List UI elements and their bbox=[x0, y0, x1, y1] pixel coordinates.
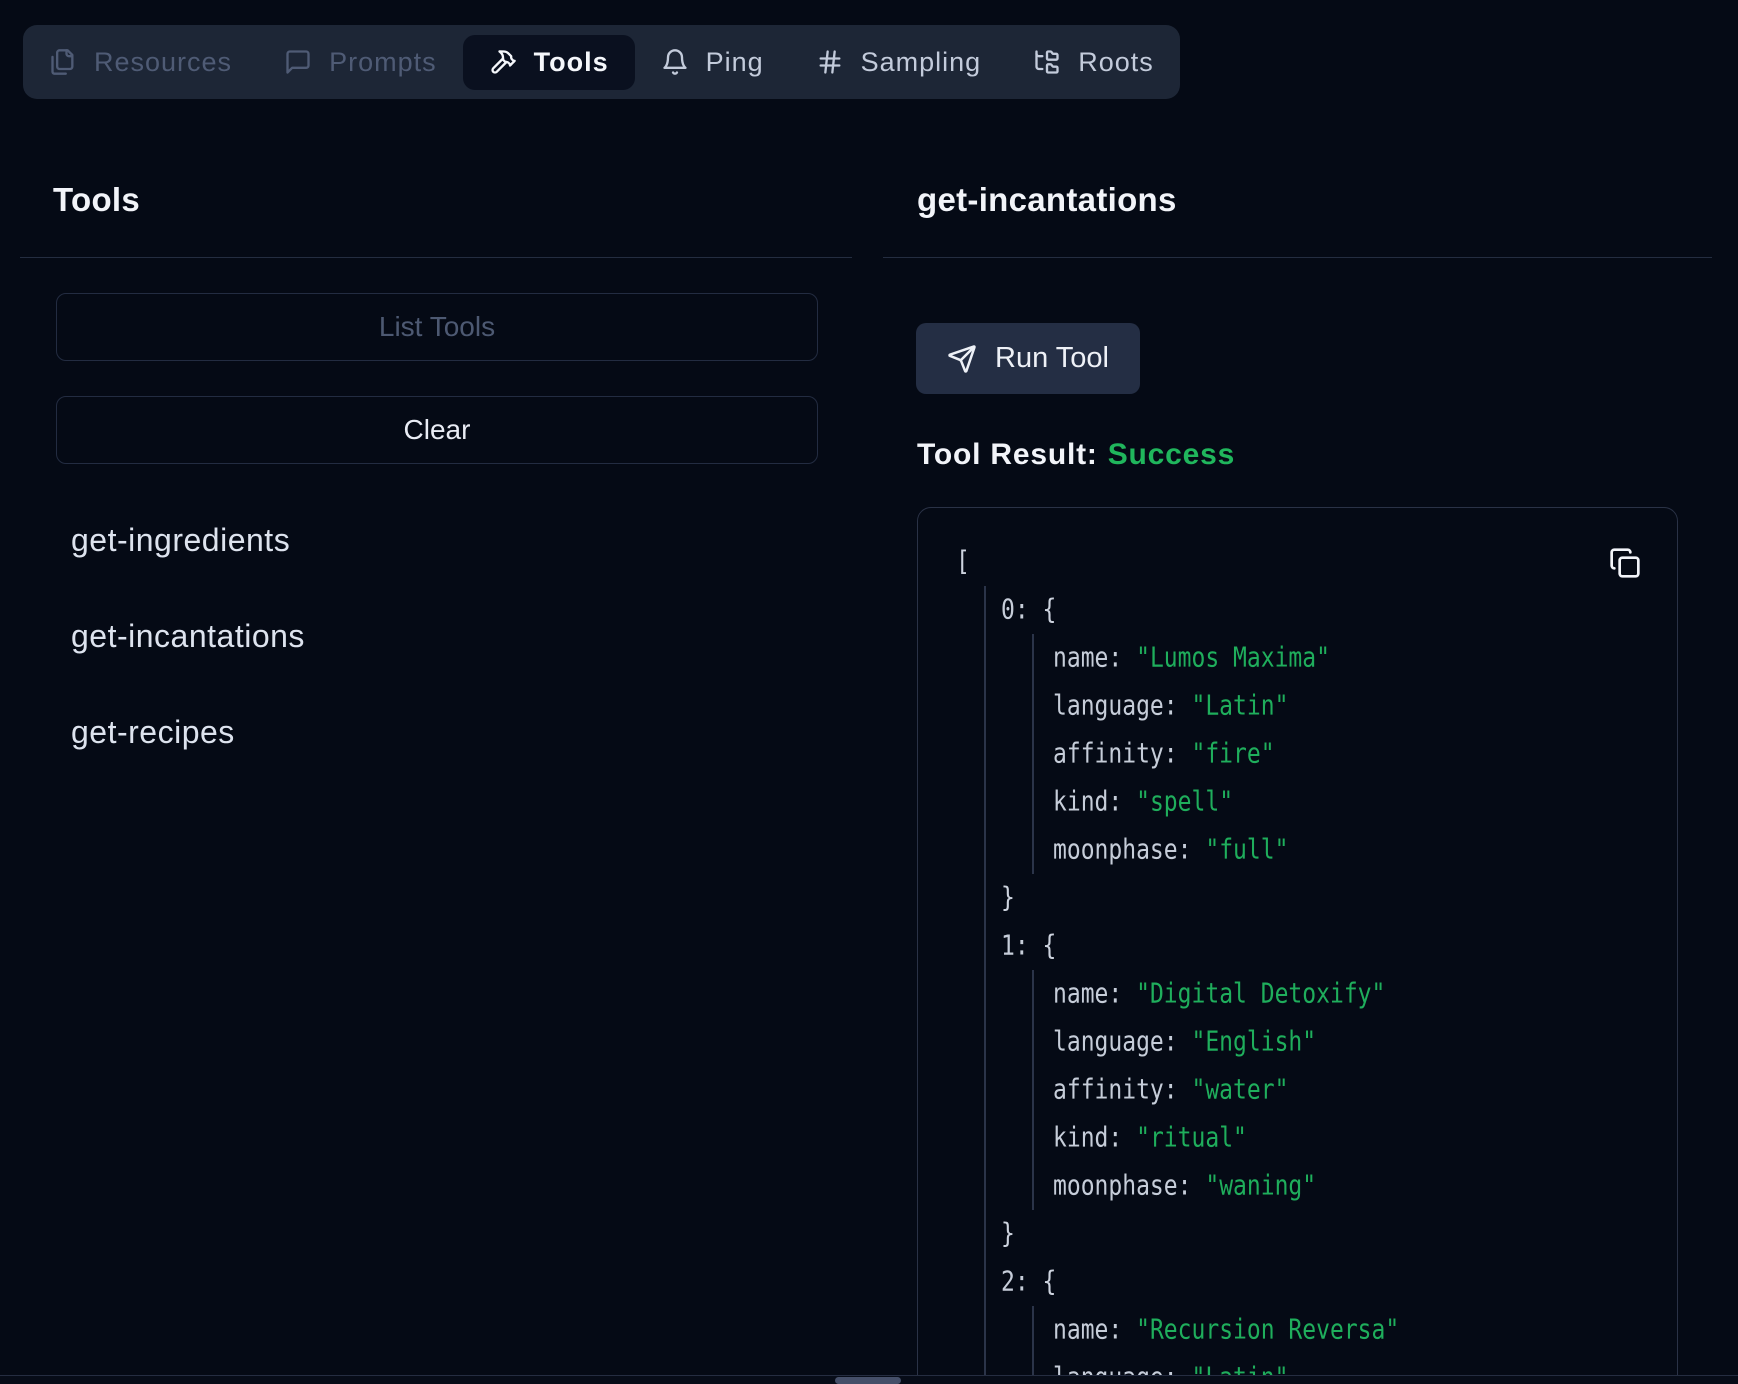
json-tree: [0: {name: "Lumos Maxima"language: "Lati… bbox=[918, 508, 1677, 1384]
json-row: kind: "spell" bbox=[1053, 778, 1677, 826]
files-icon bbox=[49, 48, 77, 76]
json-row: name: "Digital Detoxify" bbox=[1053, 970, 1677, 1018]
tool-list-item[interactable]: get-ingredients bbox=[20, 492, 852, 588]
tab-label: Sampling bbox=[861, 47, 982, 78]
tab-tools[interactable]: Tools bbox=[463, 35, 635, 90]
tab-label: Tools bbox=[534, 47, 609, 78]
json-row: moonphase: "waning" bbox=[1053, 1162, 1677, 1210]
divider bbox=[883, 257, 1712, 258]
tool-list-item[interactable]: get-incantations bbox=[20, 588, 852, 684]
hammer-icon bbox=[489, 48, 517, 76]
json-row: kind: "ritual" bbox=[1053, 1114, 1677, 1162]
json-row: name: "Lumos Maxima" bbox=[1053, 634, 1677, 682]
run-tool-button[interactable]: Run Tool bbox=[916, 323, 1140, 394]
tab-prompts[interactable]: Prompts bbox=[258, 35, 463, 90]
divider bbox=[20, 257, 852, 258]
list-tools-button[interactable]: List Tools bbox=[56, 293, 818, 361]
json-row: 0: { bbox=[1001, 586, 1677, 634]
clear-button[interactable]: Clear bbox=[56, 396, 818, 464]
tool-result-json-panel: [0: {name: "Lumos Maxima"language: "Lati… bbox=[917, 507, 1678, 1384]
tab-label: Resources bbox=[94, 47, 232, 78]
tab-label: Roots bbox=[1078, 47, 1154, 78]
json-row: moonphase: "full" bbox=[1053, 826, 1677, 874]
folder-tree-icon bbox=[1033, 48, 1061, 76]
send-icon bbox=[947, 344, 977, 374]
tool-detail-title: get-incantations bbox=[917, 180, 1712, 220]
json-row: [ bbox=[956, 538, 1677, 586]
tab-ping[interactable]: Ping bbox=[635, 35, 790, 90]
message-square-icon bbox=[284, 48, 312, 76]
tool-list: get-ingredients get-incantations get-rec… bbox=[20, 492, 852, 780]
json-row: } bbox=[1001, 1210, 1677, 1258]
tab-label: Prompts bbox=[329, 47, 437, 78]
tool-result-line: Tool Result: Success bbox=[917, 438, 1712, 472]
tool-detail-panel: get-incantations Run Tool Tool Result: Su… bbox=[883, 99, 1712, 1384]
json-row: affinity: "water" bbox=[1053, 1066, 1677, 1114]
json-row: language: "Latin" bbox=[1053, 682, 1677, 730]
bell-icon bbox=[661, 48, 689, 76]
json-row: name: "Recursion Reversa" bbox=[1053, 1306, 1677, 1354]
json-row: language: "English" bbox=[1053, 1018, 1677, 1066]
json-row: } bbox=[1001, 874, 1677, 922]
tool-list-item[interactable]: get-recipes bbox=[20, 684, 852, 780]
json-indent-group: name: "Digital Detoxify"language: "Engli… bbox=[1032, 970, 1677, 1210]
tool-result-label: Tool Result: bbox=[917, 438, 1098, 471]
tab-resources[interactable]: Resources bbox=[23, 35, 258, 90]
tab-roots[interactable]: Roots bbox=[1007, 35, 1180, 90]
run-tool-label: Run Tool bbox=[995, 342, 1109, 375]
horizontal-scrollbar-thumb[interactable] bbox=[835, 1377, 901, 1384]
tools-panel: Tools List Tools Clear get-ingredients g… bbox=[20, 99, 852, 780]
json-row: affinity: "fire" bbox=[1053, 730, 1677, 778]
json-indent-group: 0: {name: "Lumos Maxima"language: "Latin… bbox=[984, 586, 1677, 1384]
horizontal-scrollbar[interactable] bbox=[0, 1375, 1738, 1384]
json-indent-group: name: "Recursion Reversa"language: "Lati… bbox=[1032, 1306, 1677, 1384]
json-row: 2: { bbox=[1001, 1258, 1677, 1306]
tab-label: Ping bbox=[706, 47, 764, 78]
tab-sampling[interactable]: Sampling bbox=[790, 35, 1008, 90]
hash-icon bbox=[816, 48, 844, 76]
tool-result-status: Success bbox=[1108, 438, 1235, 471]
json-indent-group: name: "Lumos Maxima"language: "Latin"aff… bbox=[1032, 634, 1677, 874]
tab-bar: Resources Prompts Tools Ping Sampling Ro… bbox=[23, 25, 1180, 99]
json-row: 1: { bbox=[1001, 922, 1677, 970]
tools-panel-title: Tools bbox=[53, 180, 852, 220]
